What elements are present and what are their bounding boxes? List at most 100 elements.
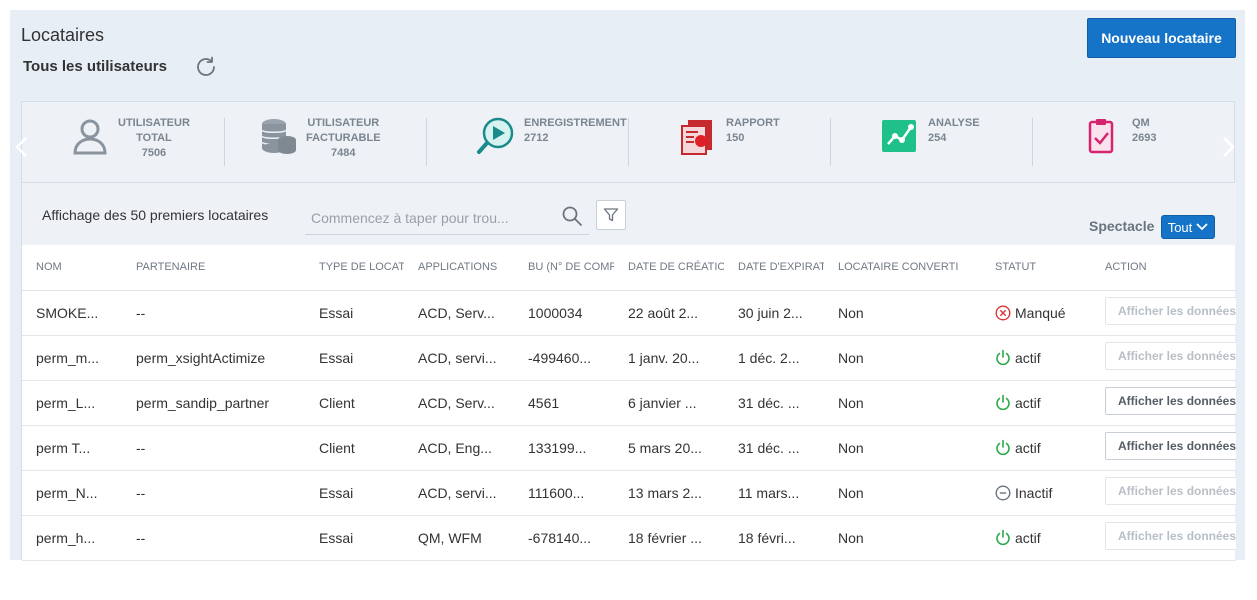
cell-nom: perm_L... [22,380,122,426]
cell-partenaire: -- [122,290,305,336]
table-row[interactable]: perm_m... perm_xsightActimize Essai ACD, se… [22,335,1236,381]
table-row[interactable]: perm_h... -- Essai QM, WFM -678140... 18 févr… [22,515,1236,561]
cell-expiration: 30 juin 2... [724,290,824,336]
column-header[interactable]: STATUT [981,245,1091,291]
cell-converti: Non [824,290,981,336]
view-data-button[interactable]: Afficher les données [1105,432,1236,460]
cell-action: Afficher les données [1091,515,1236,561]
error-icon [995,304,1011,321]
view-data-button[interactable]: Afficher les données [1105,297,1236,325]
cell-bu: -678140... [514,515,614,561]
filter-icon [603,208,619,222]
cell-nom: perm T... [22,425,122,471]
cell-bu: -499460... [514,335,614,381]
stat-label: RAPPORT [726,117,780,129]
status-label: actif [1015,394,1041,411]
view-data-button[interactable]: Afficher les données [1105,342,1236,370]
stats-carousel: UTILISATEUR TOTAL 7506 UTILISATEUR FACTU… [15,101,1236,183]
stat-label: TOTAL [136,132,172,144]
cell-type: Essai [305,515,404,561]
table-body: SMOKE... -- Essai ACD, Serv... 1000034 22 aoû… [22,290,1236,561]
recording-play-icon [477,117,514,154]
stat-value: 7484 [331,147,356,159]
table-row[interactable]: perm_L... perm_sandip_partner Client ACD, S… [22,380,1236,426]
stat-qm: QM 2693 [1084,116,1156,172]
page-subtitle: Tous les utilisateurs [23,58,167,75]
cell-nom: perm_m... [22,335,122,381]
column-header[interactable]: DATE DE CRÉATION [614,245,724,291]
cell-expiration: 31 déc. ... [724,380,824,426]
column-header[interactable]: APPLICATIONS [404,245,514,291]
cell-partenaire: perm_xsightActimize [122,335,305,381]
status-badge: actif [995,439,1091,456]
column-header[interactable]: PARTENAIRE [122,245,305,291]
cell-statut: actif [981,515,1091,561]
status-label: actif [1015,349,1041,366]
table-row[interactable]: perm T... -- Client ACD, Eng... 133199... 5 m… [22,425,1236,471]
stat-total-users: UTILISATEUR TOTAL 7506 [70,116,190,172]
cell-bu: 4561 [514,380,614,426]
cell-expiration: 1 déc. 2... [724,335,824,381]
stat-value: 2693 [1132,132,1157,144]
cell-action: Afficher les données [1091,380,1236,426]
stat-billable-users: UTILISATEUR FACTURABLE 7484 [258,116,381,172]
column-header[interactable]: BU (N° DE COMP [514,245,614,291]
analytics-icon [882,120,916,152]
divider [224,118,225,166]
status-badge: Manqué [995,305,1091,321]
dropdown-value: Tout [1167,219,1193,235]
table-row[interactable]: SMOKE... -- Essai ACD, Serv... 1000034 22 aoû… [22,290,1236,336]
view-data-button[interactable]: Afficher les données [1105,522,1236,550]
spectacle-label: Spectacle [1089,218,1155,234]
column-header[interactable]: DATE D'EXPIRATI [724,245,824,291]
carousel-next-icon[interactable] [1222,136,1236,158]
cell-applications: ACD, servi... [404,335,514,381]
cell-type: Essai [305,335,404,381]
cell-action: Afficher les données [1091,335,1236,381]
cell-statut: Manqué [981,290,1091,336]
status-badge: Inactif [995,485,1091,501]
cell-creation: 6 janvier ... [614,380,724,426]
spectacle-dropdown[interactable]: Tout [1161,215,1215,239]
view-data-button[interactable]: Afficher les données [1105,387,1236,415]
new-tenant-button[interactable]: Nouveau locataire [1087,18,1236,58]
cell-expiration: 18 févri... [724,515,824,561]
cell-partenaire: -- [122,515,305,561]
cell-converti: Non [824,515,981,561]
cell-bu: 133199... [514,425,614,471]
cell-type: Essai [305,290,404,336]
divider [426,118,427,166]
inactive-icon [995,484,1011,501]
column-header: ACTION [1091,245,1236,291]
cell-applications: ACD, Eng... [404,425,514,471]
cell-converti: Non [824,380,981,426]
carousel-prev-icon[interactable] [14,136,28,158]
cell-nom: perm_h... [22,515,122,561]
cell-creation: 18 février ... [614,515,724,561]
table-header-row: NOM PARTENAIRE TYPE DE LOCATA APPLICATIO… [22,245,1236,291]
cell-nom: perm_N... [22,470,122,516]
column-header[interactable]: TYPE DE LOCATA [305,245,404,291]
filter-button[interactable] [596,200,626,230]
column-header[interactable]: NOM [22,245,122,291]
status-label: actif [1015,529,1041,546]
showing-label: Affichage des 50 premiers locataires [42,207,269,223]
cell-applications: ACD, Serv... [404,380,514,426]
power-icon [996,439,1010,456]
cell-nom: SMOKE... [22,290,122,336]
search-input[interactable]: Commencez à taper pour trou... [305,201,589,235]
table-row[interactable]: perm_N... -- Essai ACD, servi... 111600... 13… [22,470,1236,516]
search-icon[interactable] [561,205,583,227]
refresh-icon[interactable] [194,55,218,79]
cell-action: Afficher les données [1091,470,1236,516]
tenants-panel: Affichage des 50 premiers locataires Com… [21,183,1236,561]
view-data-button[interactable]: Afficher les données [1105,477,1236,505]
cell-converti: Non [824,470,981,516]
cell-applications: ACD, servi... [404,470,514,516]
cell-creation: 13 mars 2... [614,470,724,516]
tenants-page: Locataires Tous les utilisateurs Nouveau… [10,10,1245,561]
stat-label: UTILISATEUR [307,117,380,129]
column-header[interactable]: LOCATAIRE CONVERTI [824,245,981,291]
cell-creation: 5 mars 20... [614,425,724,471]
status-label: actif [1015,439,1041,456]
